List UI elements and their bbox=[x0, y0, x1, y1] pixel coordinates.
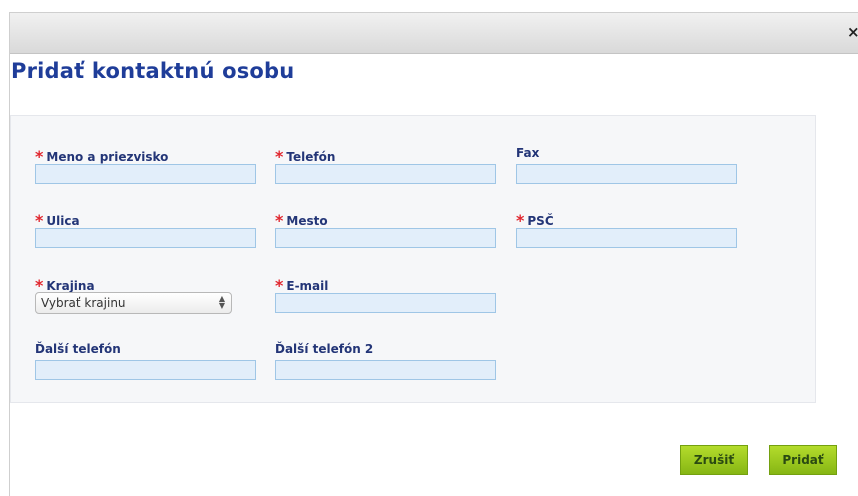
email-input[interactable] bbox=[275, 293, 496, 313]
city-label: * Mesto bbox=[275, 211, 328, 230]
country-select-value: Vybrať krajinu bbox=[41, 296, 126, 310]
street-input[interactable] bbox=[35, 228, 256, 248]
name-input[interactable] bbox=[35, 164, 256, 184]
zip-input[interactable] bbox=[516, 228, 737, 248]
close-icon[interactable]: × bbox=[847, 25, 858, 40]
select-arrows-icon: ▲ ▼ bbox=[218, 294, 225, 310]
add-button[interactable]: Pridať bbox=[769, 445, 837, 475]
email-label: * E-mail bbox=[275, 276, 329, 295]
phone-other2-input[interactable] bbox=[275, 360, 496, 380]
page-title: Pridať kontaktnú osobu bbox=[11, 59, 295, 83]
dialog-titlebar: × bbox=[10, 13, 858, 54]
phone-other-input[interactable] bbox=[35, 360, 256, 380]
phone-other2-label: Ďalší telefón 2 bbox=[275, 342, 374, 356]
fax-input[interactable] bbox=[516, 164, 737, 184]
phone-label: * Telefón bbox=[275, 147, 336, 166]
phone-input[interactable] bbox=[275, 164, 496, 184]
phone-other-label: Ďalší telefón bbox=[35, 342, 121, 356]
zip-label: * PSČ bbox=[516, 211, 554, 230]
cancel-button[interactable]: Zrušiť bbox=[680, 445, 748, 475]
contact-form-panel: * Meno a priezvisko * Telefón Fax * Ulica *… bbox=[10, 115, 816, 403]
fax-label: Fax bbox=[516, 146, 540, 160]
street-label: * Ulica bbox=[35, 211, 80, 230]
country-select[interactable]: Vybrať krajinu ▲ ▼ bbox=[35, 292, 232, 314]
name-label: * Meno a priezvisko bbox=[35, 147, 169, 166]
city-input[interactable] bbox=[275, 228, 496, 248]
